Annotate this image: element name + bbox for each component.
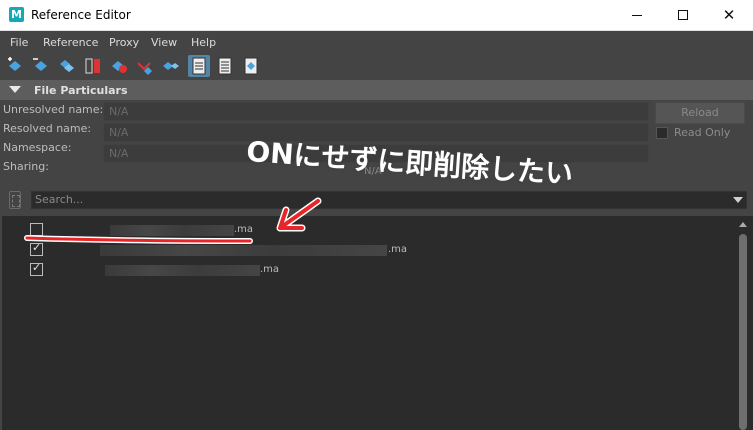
close-icon: ✕	[722, 6, 736, 24]
scroll-up-icon[interactable]	[739, 222, 747, 227]
blurred-filename	[105, 265, 260, 276]
namespace-label: Namespace:	[3, 141, 72, 154]
menu-proxy[interactable]: Proxy	[109, 36, 139, 49]
read-only-label: Read Only	[674, 126, 731, 139]
scroll-thumb[interactable]	[739, 234, 747, 430]
chevron-down-icon[interactable]	[733, 197, 743, 203]
edit-list-icon	[218, 57, 232, 75]
read-only-checkbox[interactable]	[656, 127, 668, 139]
reference-checkbox[interactable]	[30, 261, 43, 276]
section-title: File Particulars	[34, 84, 128, 97]
menu-file[interactable]: File	[10, 36, 28, 49]
reload-reference-button[interactable]	[108, 55, 130, 77]
maximize-button[interactable]	[660, 0, 706, 30]
reference-filename-ext[interactable]: .ma	[388, 244, 407, 255]
list-view-button[interactable]	[188, 55, 210, 77]
close-button[interactable]: ✕	[706, 0, 752, 30]
reload-reference-icon	[112, 61, 127, 73]
replace-reference-button[interactable]	[134, 55, 156, 77]
menu-bar: File Reference Proxy View Help	[0, 31, 753, 53]
resolved-name-label: Resolved name:	[3, 122, 92, 135]
import-reference-button[interactable]	[160, 55, 182, 77]
namespace-view-button[interactable]	[240, 55, 262, 77]
blurred-filename	[110, 225, 234, 236]
minimize-button[interactable]	[614, 0, 660, 30]
filter-icon[interactable]	[9, 191, 21, 209]
toolbar	[0, 53, 753, 80]
search-input[interactable]: Search...	[31, 191, 747, 209]
scrollbar[interactable]	[739, 222, 748, 430]
menu-help[interactable]: Help	[191, 36, 216, 49]
file-particulars-header[interactable]: File Particulars	[0, 80, 753, 100]
unresolved-name-label: Unresolved name:	[3, 103, 104, 116]
import-reference-icon	[163, 62, 179, 70]
sharing-label: Sharing:	[3, 160, 49, 173]
minimize-icon	[632, 14, 642, 16]
reference-checkbox[interactable]	[30, 241, 43, 256]
unload-reference-button[interactable]	[82, 55, 104, 77]
create-reference-icon	[8, 57, 21, 71]
maximize-icon	[678, 10, 688, 20]
reload-button[interactable]: Reload	[655, 102, 745, 124]
remove-reference-icon	[33, 58, 47, 71]
unload-reference-icon	[85, 58, 100, 74]
replace-reference-icon	[137, 62, 152, 75]
blurred-filename	[100, 245, 387, 256]
reference-filename-ext[interactable]: .ma	[260, 264, 279, 275]
menu-view[interactable]: View	[151, 36, 177, 49]
load-reference-button[interactable]	[56, 55, 78, 77]
unresolved-name-field[interactable]: N/A	[103, 102, 649, 121]
namespace-view-icon	[244, 57, 258, 75]
maya-app-icon: M	[9, 7, 24, 22]
window-title: Reference Editor	[31, 8, 131, 22]
reference-checkbox[interactable]	[30, 223, 43, 236]
collapse-arrow-icon[interactable]	[9, 86, 21, 93]
menu-reference[interactable]: Reference	[43, 36, 98, 49]
reference-filename-ext[interactable]: .ma	[234, 224, 253, 235]
create-reference-button[interactable]	[4, 55, 26, 77]
load-reference-icon	[60, 60, 74, 72]
list-view-icon	[192, 57, 206, 75]
remove-reference-button[interactable]	[30, 55, 52, 77]
edit-list-button[interactable]	[214, 55, 236, 77]
title-bar: M Reference Editor ✕	[0, 0, 753, 31]
